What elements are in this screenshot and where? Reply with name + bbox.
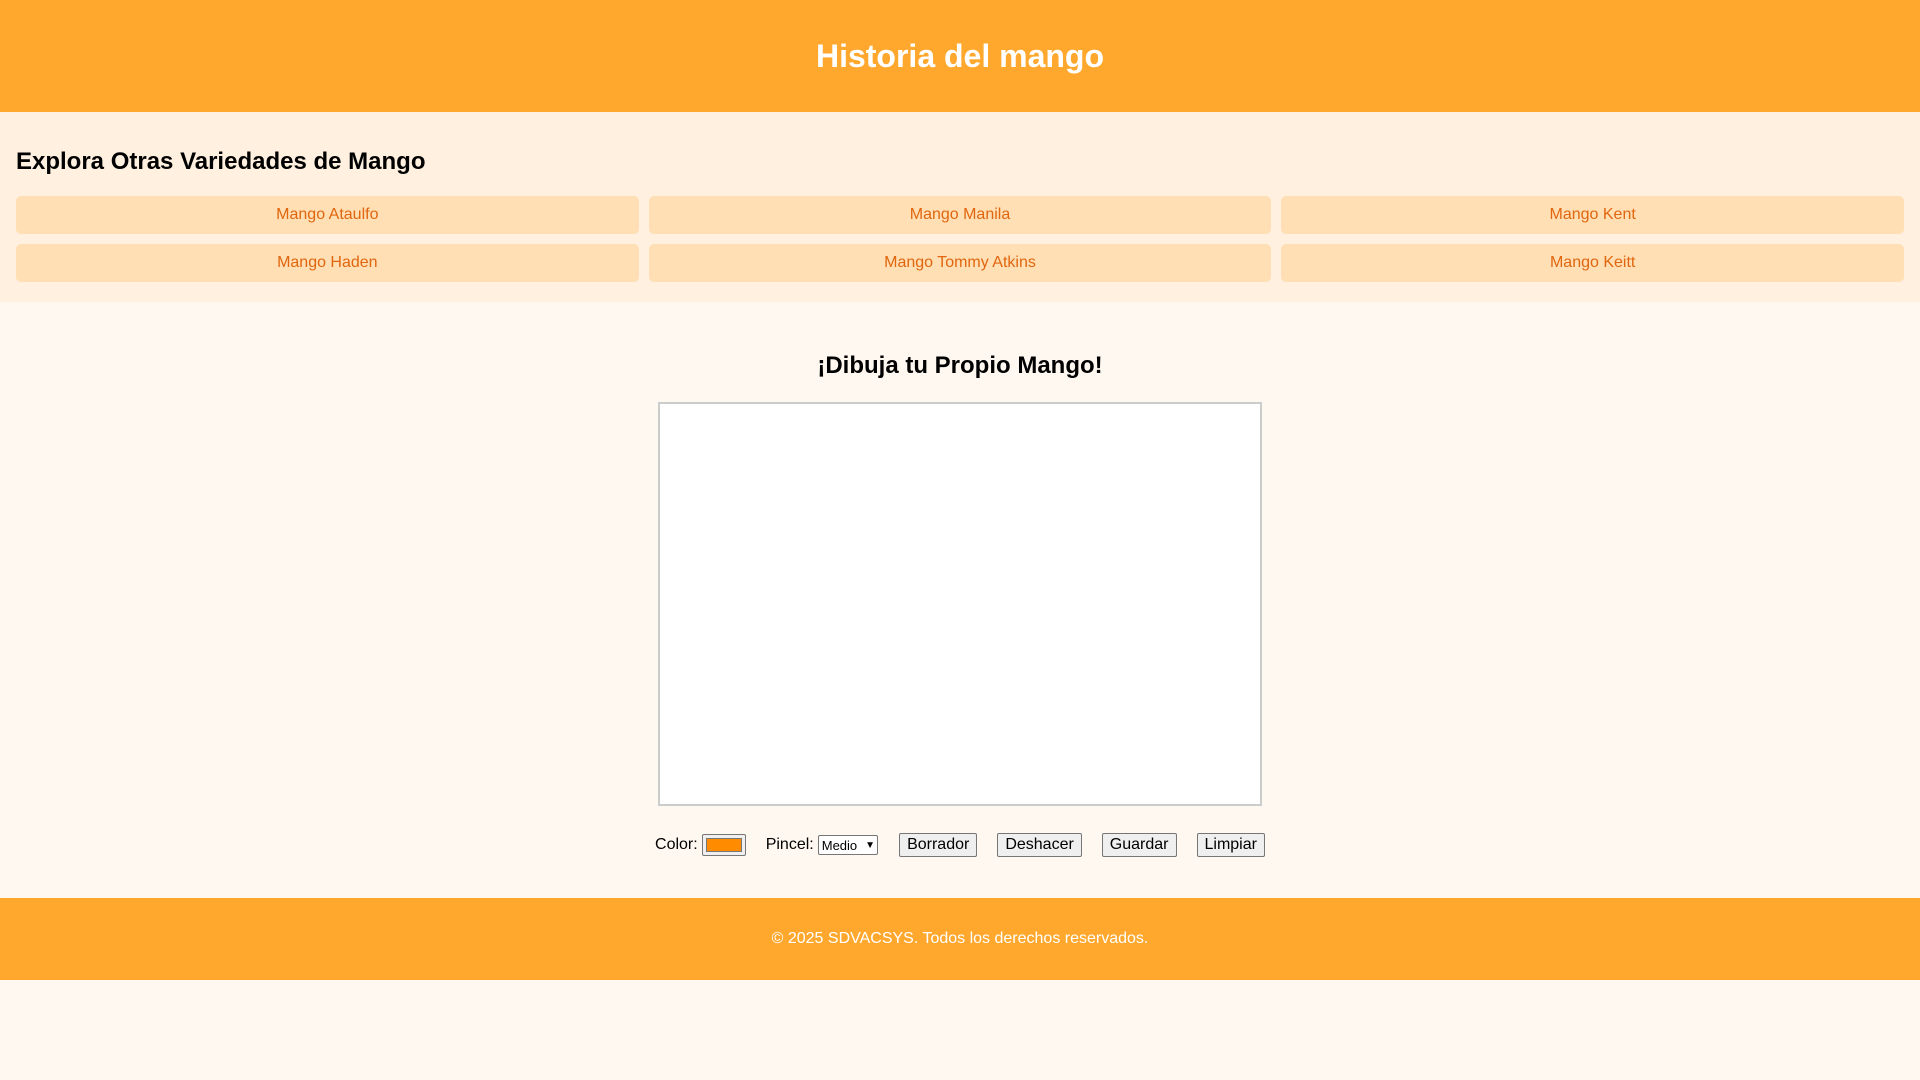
varieties-section: Explora Otras Variedades de Mango Mango … [0,112,1920,302]
color-swatch-fill [705,838,742,852]
drawing-controls: Color: Pincel: Medio ▼ Borrador Deshacer… [0,833,1920,857]
eraser-button[interactable]: Borrador [899,833,978,857]
variety-link-tommy-atkins[interactable]: Mango Tommy Atkins [648,244,1272,282]
drawing-title: ¡Dibuja tu Propio Mango! [817,352,1103,379]
page-title: Historia del mango [815,37,1105,74]
brush-size-select[interactable]: Medio ▼ [817,835,879,855]
clear-button[interactable]: Limpiar [1196,833,1265,857]
color-label: Color: [655,836,698,853]
variety-link-kent[interactable]: Mango Kent [1281,196,1904,234]
site-footer: © 2025 SDVACSYS. Todos los derechos rese… [0,898,1920,980]
brush-size-value: Medio [821,837,858,853]
varieties-grid: Mango Ataulfo Mango Manila Mango Kent Ma… [16,196,1904,282]
save-button[interactable]: Guardar [1101,833,1177,857]
variety-link-keitt[interactable]: Mango Keitt [1281,244,1904,282]
varieties-heading: Explora Otras Variedades de Mango [16,148,426,175]
undo-button[interactable]: Deshacer [997,833,1082,857]
variety-link-manila[interactable]: Mango Manila [648,196,1272,234]
copyright-text: © 2025 SDVACSYS. Todos los derechos rese… [771,930,1149,947]
drawing-canvas[interactable] [658,402,1262,806]
chevron-down-icon: ▼ [865,839,876,851]
site-header: Historia del mango [0,0,1920,112]
drawing-section: ¡Dibuja tu Propio Mango! Color: Pincel: … [0,302,1920,898]
color-picker[interactable] [701,834,746,856]
brush-label: Pincel: [765,836,814,853]
variety-link-ataulfo[interactable]: Mango Ataulfo [16,196,639,234]
variety-link-haden[interactable]: Mango Haden [16,244,639,282]
